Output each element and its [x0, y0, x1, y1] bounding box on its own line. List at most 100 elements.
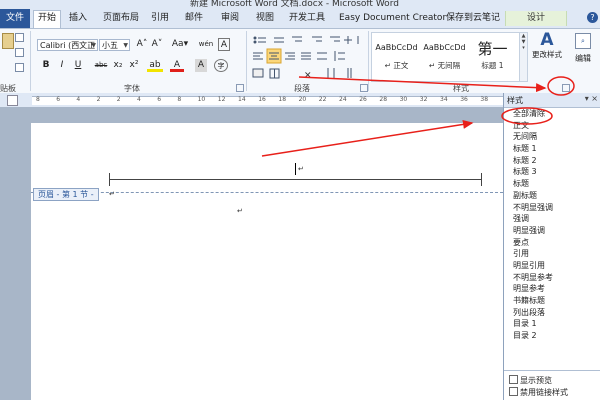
font-color-button[interactable]: A [170, 59, 184, 72]
ruler-number: 4 [137, 96, 141, 103]
tab-design[interactable]: 设计 [505, 11, 567, 26]
style-list-item[interactable]: 明显引用 [504, 260, 600, 272]
tab-file[interactable]: 文件 [0, 9, 30, 28]
ruler-number: 8 [36, 96, 40, 103]
font-size-combo[interactable]: 小五 ▼ [99, 39, 130, 51]
underline-button[interactable]: U [72, 59, 84, 72]
justify-icon [301, 52, 311, 60]
styles-dialog-launcher-icon[interactable] [562, 84, 570, 92]
horizontal-ruler[interactable]: 8 6 4 2 2 4 6 8 10 12 14 16 18 20 22 24 26 28 30 32 34 36 38 [0, 93, 503, 107]
ruler-number: 8 [177, 96, 182, 103]
grow-font-button[interactable]: A˄ [135, 38, 149, 51]
cut-icon[interactable] [15, 33, 24, 42]
decrease-indent-icon [312, 36, 322, 42]
bold-button[interactable]: B [40, 59, 52, 72]
highlight-button[interactable]: ab [147, 59, 163, 72]
multilevel-list-icon [292, 36, 302, 42]
borders-icon [269, 68, 280, 79]
style-list-item[interactable]: 标题 3 [504, 166, 600, 178]
style-list-item[interactable]: 明显参考 [504, 283, 600, 295]
ruler-number: 20 [298, 96, 307, 103]
superscript-button[interactable]: x² [127, 59, 141, 72]
title-bar: 新建 Microsoft Word 文档.docx - Microsoft Wo… [0, 0, 600, 9]
gallery-scroll[interactable]: ▲ ▼ ▾ [519, 32, 528, 82]
style-list-item[interactable]: 目录 2 [504, 330, 600, 342]
enclose-characters-button[interactable]: 字 [214, 59, 228, 72]
style-list-item[interactable]: 正文 [504, 120, 600, 132]
copy-icon[interactable] [15, 48, 24, 57]
asian-layout-icon: ✕ [304, 71, 312, 81]
style-list-item[interactable]: 标题 2 [504, 155, 600, 167]
tab-selector-icon[interactable] [7, 95, 18, 106]
style-list-item[interactable]: 书籍标题 [504, 295, 600, 307]
style-normal[interactable]: AaBbCcDd ↵ 正文 [373, 35, 420, 79]
strikethrough-button[interactable]: abc [93, 59, 109, 72]
tab-home[interactable]: 开始 [33, 10, 62, 29]
style-sample: AaBbCcDd [423, 43, 466, 52]
style-list-item[interactable]: 标题 1 [504, 143, 600, 155]
style-list-item[interactable]: 列出段落 [504, 307, 600, 319]
style-heading-1[interactable]: 第一 标题 1 [469, 35, 516, 79]
style-list-item[interactable]: 标题 [504, 178, 600, 190]
style-no-spacing[interactable]: AaBbCcDd ↵ 无间隔 [421, 35, 468, 79]
change-case-button[interactable]: Aa▾ [170, 38, 190, 51]
style-list-item[interactable]: 目录 1 [504, 318, 600, 330]
header-section-tag[interactable]: 页眉 - 第 1 节 - [33, 188, 99, 201]
style-name: ↵ 无间隔 [428, 61, 461, 70]
checkbox-icon [509, 375, 518, 384]
disable-linked-styles-checkbox[interactable]: 禁用链接样式 [509, 387, 568, 398]
chinese-layout-icon [344, 36, 352, 44]
style-sample: 第一 [477, 40, 508, 58]
style-list-item[interactable]: 明显强调 [504, 225, 600, 237]
styles-pane-title: 样式 [507, 96, 523, 105]
ruler-number: 2 [116, 96, 121, 103]
line-spacing-icon [334, 51, 345, 61]
paste-icon[interactable] [2, 33, 14, 49]
tab-page-layout[interactable]: 页面布局 [103, 11, 139, 26]
show-preview-checkbox[interactable]: 显示预览 [509, 375, 552, 386]
style-list-item[interactable]: 引用 [504, 248, 600, 260]
paragraph-controls: ✕ [252, 36, 359, 81]
ruler-number: 18 [278, 96, 287, 103]
paragraph-mark: ↵ [298, 165, 304, 173]
shrink-font-button[interactable]: A˅ [150, 38, 164, 51]
style-list-item[interactable]: 副标题 [504, 190, 600, 202]
tab-save-to-cloud-notes[interactable]: 保存到云笔记 [446, 11, 500, 26]
style-list-item[interactable]: 全部清除 [504, 108, 600, 120]
phonetic-guide-button[interactable]: wén [197, 38, 215, 51]
tab-developer[interactable]: 开发工具 [289, 11, 325, 26]
paragraph-dialog-launcher-icon[interactable] [360, 84, 368, 92]
bullets-icon [253, 36, 266, 44]
style-list-item[interactable]: 无间隔 [504, 131, 600, 143]
page[interactable]: ↵ 页眉 - 第 1 节 - ↵ ↵ [31, 123, 503, 400]
style-list-item[interactable]: 不明显参考 [504, 272, 600, 284]
font-dialog-launcher-icon[interactable] [236, 84, 244, 92]
close-icon[interactable]: ▾ × [585, 94, 598, 103]
italic-button[interactable]: I [56, 59, 68, 72]
character-shading-button[interactable]: A [195, 59, 207, 72]
sort-az-icon [327, 68, 335, 78]
style-sample: AaBbCcDd [375, 43, 418, 52]
ruler-number: 34 [440, 96, 448, 103]
ruler-number: 16 [258, 96, 266, 103]
ruler-number: 32 [419, 96, 428, 103]
style-list-item[interactable]: 要点 [504, 237, 600, 249]
clear-format-button[interactable]: A [218, 38, 230, 51]
help-icon[interactable]: ? [587, 12, 598, 23]
tab-insert[interactable]: 插入 [69, 11, 87, 26]
editing-button[interactable]: ⌕ 编辑 [568, 31, 598, 81]
style-list-item[interactable]: 强调 [504, 213, 600, 225]
subscript-button[interactable]: x₂ [111, 59, 125, 72]
style-list-item[interactable]: 不明显强调 [504, 202, 600, 214]
tab-easy-document-creator[interactable]: Easy Document Creator [339, 11, 446, 26]
tab-references[interactable]: 引用 [151, 11, 169, 26]
font-size-value: 小五 [102, 41, 118, 50]
font-name-combo[interactable]: Calibri (西文正 ▼ [37, 39, 98, 51]
change-styles-button[interactable]: A 更改样式 [529, 31, 565, 81]
tab-view[interactable]: 视图 [256, 11, 274, 26]
format-painter-icon[interactable] [15, 63, 24, 72]
tab-mailings[interactable]: 邮件 [185, 11, 203, 26]
tab-review[interactable]: 审阅 [221, 11, 239, 26]
group-divider [368, 31, 369, 91]
text-cursor [295, 163, 296, 175]
